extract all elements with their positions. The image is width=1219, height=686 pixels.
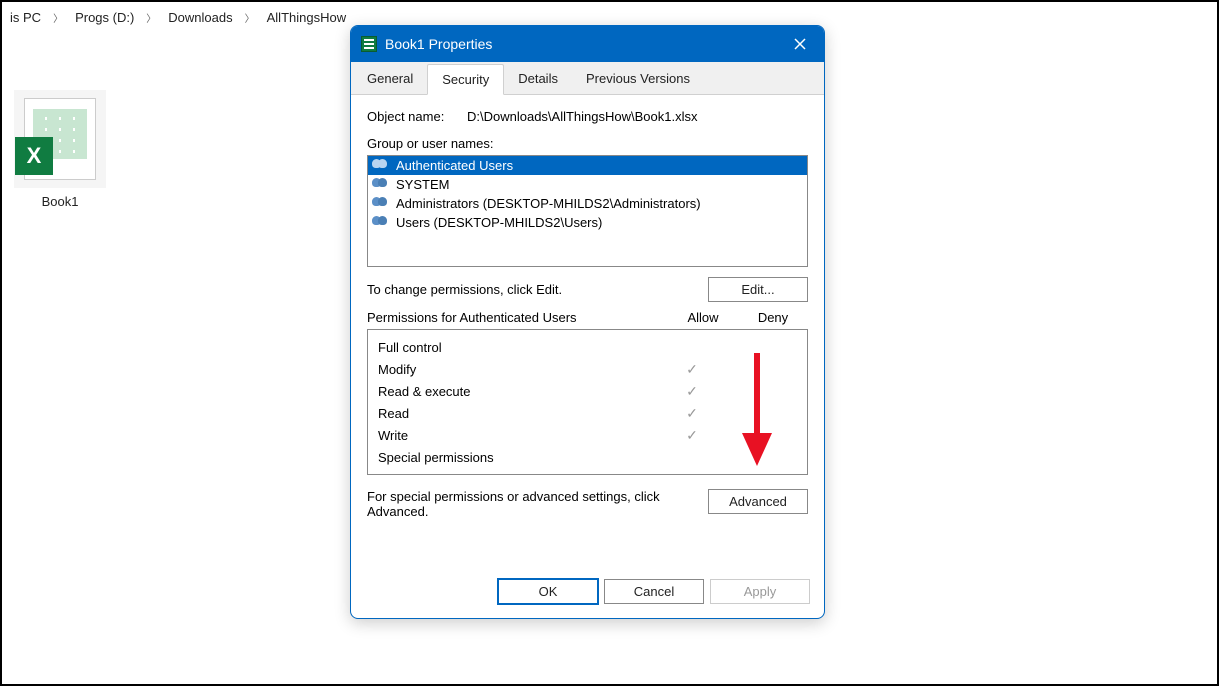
permissions-listbox[interactable]: Full control Modify Read & execute Read [367, 329, 808, 475]
allow-check [657, 361, 727, 378]
permission-label: Full control [378, 340, 657, 355]
ok-button[interactable]: OK [498, 579, 598, 604]
deny-column-header: Deny [738, 310, 808, 325]
list-item-label: Users (DESKTOP-MHILDS2\Users) [396, 215, 602, 230]
list-item[interactable]: Users (DESKTOP-MHILDS2\Users) [368, 213, 807, 232]
advanced-hint: For special permissions or advanced sett… [367, 489, 696, 519]
chevron-right-icon: 〉 [241, 10, 259, 25]
chevron-right-icon: 〉 [49, 10, 67, 25]
advanced-button[interactable]: Advanced [708, 489, 808, 514]
list-item[interactable]: Authenticated Users [368, 156, 807, 175]
list-item-label: SYSTEM [396, 177, 449, 192]
object-name-label: Object name: [367, 109, 467, 124]
breadcrumb-item[interactable]: is PC [6, 10, 45, 25]
users-icon [372, 159, 390, 173]
list-item-label: Authenticated Users [396, 158, 513, 173]
file-name-label: Book1 [10, 194, 110, 209]
object-name-value: D:\Downloads\AllThingsHow\Book1.xlsx [467, 109, 808, 124]
allow-check [657, 427, 727, 444]
edit-hint: To change permissions, click Edit. [367, 282, 708, 297]
list-item[interactable]: SYSTEM [368, 175, 807, 194]
tab-general[interactable]: General [353, 64, 427, 94]
breadcrumb-item[interactable]: Downloads [164, 10, 236, 25]
permission-row: Read & execute [378, 380, 797, 402]
permission-row: Special permissions [378, 446, 797, 468]
edit-button[interactable]: Edit... [708, 277, 808, 302]
permission-row: Read [378, 402, 797, 424]
file-item[interactable]: X Book1 [10, 90, 110, 209]
close-button[interactable] [786, 32, 814, 56]
properties-dialog: Book1 Properties General Security Detail… [350, 25, 825, 619]
permissions-header-label: Permissions for Authenticated Users [367, 310, 668, 325]
tab-previous-versions[interactable]: Previous Versions [572, 64, 704, 94]
dialog-titlebar[interactable]: Book1 Properties [351, 26, 824, 62]
users-icon [372, 216, 390, 230]
excel-file-icon: X [14, 90, 106, 188]
allow-column-header: Allow [668, 310, 738, 325]
permission-row: Full control [378, 336, 797, 358]
user-listbox[interactable]: Authenticated Users SYSTEM Administrator… [367, 155, 808, 267]
users-icon [372, 178, 390, 192]
tab-details[interactable]: Details [504, 64, 572, 94]
list-item[interactable]: Administrators (DESKTOP-MHILDS2\Administ… [368, 194, 807, 213]
permission-label: Modify [378, 362, 657, 377]
permission-row: Modify [378, 358, 797, 380]
permission-label: Write [378, 428, 657, 443]
allow-check [657, 383, 727, 400]
excel-icon [361, 36, 377, 52]
dialog-footer: OK Cancel Apply [351, 569, 824, 618]
dialog-title: Book1 Properties [385, 36, 786, 52]
tab-strip: General Security Details Previous Versio… [351, 62, 824, 95]
apply-button[interactable]: Apply [710, 579, 810, 604]
permission-row: Write [378, 424, 797, 446]
users-icon [372, 197, 390, 211]
close-icon [794, 38, 806, 50]
tab-security[interactable]: Security [427, 64, 504, 95]
permission-label: Special permissions [378, 450, 657, 465]
breadcrumb-item[interactable]: Progs (D:) [71, 10, 138, 25]
breadcrumb-item[interactable]: AllThingsHow [263, 10, 350, 25]
group-names-label: Group or user names: [367, 136, 808, 151]
permission-label: Read [378, 406, 657, 421]
chevron-right-icon: 〉 [142, 10, 160, 25]
cancel-button[interactable]: Cancel [604, 579, 704, 604]
list-item-label: Administrators (DESKTOP-MHILDS2\Administ… [396, 196, 701, 211]
allow-check [657, 405, 727, 422]
permission-label: Read & execute [378, 384, 657, 399]
